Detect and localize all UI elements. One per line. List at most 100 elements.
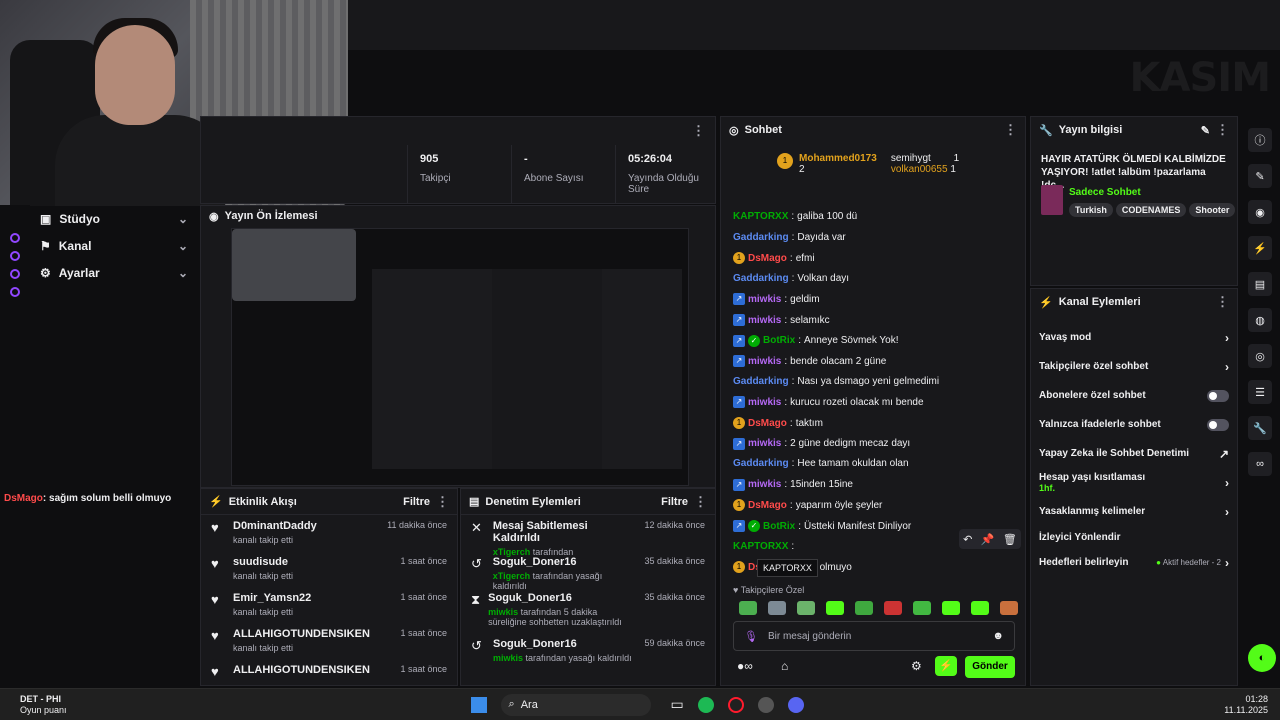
store-icon[interactable]: ⌂ [781,659,788,673]
channel-icon[interactable] [10,251,20,261]
filter-button[interactable]: Filtre [403,496,430,508]
filter-button[interactable]: Filtre [661,496,688,508]
list-icon[interactable]: ☰ [1248,380,1272,404]
emote[interactable] [1000,601,1018,615]
badge-icon: 1 [733,499,745,512]
steam-icon[interactable] [757,696,774,713]
badge-icon: ↗ [733,437,745,450]
support-icon[interactable]: ◐ [1248,644,1276,672]
broadcast-icon[interactable]: ◎ [1248,344,1272,368]
edit-icon[interactable]: ✎ [1248,164,1272,188]
chat-icon[interactable]: ◍ [1248,308,1272,332]
reply-icon[interactable]: ↶ [963,533,972,546]
sidebar-item-channel[interactable]: ⚑ Kanal ⌄ [30,232,198,259]
chat-username[interactable]: KAPTORXX [733,211,788,222]
kick-icon[interactable]: ∞ [1248,452,1272,476]
emote[interactable] [797,601,815,615]
spotify-icon[interactable] [697,696,714,713]
send-button[interactable]: Gönder [965,656,1015,678]
more-icon[interactable]: ⋮ [436,494,449,510]
chat-username[interactable]: KAPTORXX [733,541,788,552]
tag[interactable]: Shooter [1189,203,1236,217]
banned-words-row[interactable]: Yasaklanmış kelimeler › [1031,497,1237,526]
pin-icon[interactable]: 📌 [981,533,995,546]
gear-icon[interactable] [10,287,20,297]
category-link[interactable]: Sadece Sohbet [1069,187,1141,198]
chat-username[interactable]: Gaddarking [733,376,789,387]
more-icon[interactable]: ⋮ [1216,122,1229,138]
chat-input[interactable]: 🎙 Bir mesaj gönderin ☻ [733,621,1015,651]
chat-username[interactable]: Gaddarking [733,232,789,243]
document-icon[interactable]: ▤ [1248,272,1272,296]
emote[interactable] [768,601,786,615]
bolt-icon[interactable]: ⚡ [1248,236,1272,260]
ai-moderation-row[interactable]: Yapay Zeka ile Sohbet Denetimi ↗ [1031,439,1237,468]
chat-username[interactable]: Gaddarking [733,458,789,469]
emote[interactable] [942,601,960,615]
chat-username[interactable]: miwkis [748,315,781,326]
boost-icon[interactable]: ⚡ [935,656,957,676]
more-icon[interactable]: ⋮ [694,494,707,510]
redirect-viewers-row[interactable]: İzleyici Yönlendir [1031,526,1237,548]
emote[interactable] [971,601,989,615]
emoji-icon[interactable]: ☻ [992,630,1004,642]
chat-message: ↗ miwkis: bende olacam 2 güne [733,355,886,368]
more-icon[interactable]: ⋮ [1004,122,1017,138]
chevron-down-icon: ⌄ [177,265,188,280]
badge-icon: ↗ [733,478,745,491]
slow-mode-row[interactable]: Yavaş mod › [1031,323,1237,352]
trash-icon[interactable]: 🗑 [1003,533,1017,546]
badge-icon: ↗ [733,314,745,326]
windows-start-icon[interactable] [470,696,487,713]
info-icon[interactable]: ⓘ [1248,128,1272,152]
chat-text: Üstteki Manifest Dinliyor [804,520,912,532]
taskbar-search[interactable]: ⌕ Ara [500,693,651,716]
chat-username[interactable]: BotRix [763,335,795,346]
account-age-row[interactable]: Hesap yaşı kısıtlaması 1hf. › [1031,468,1237,497]
more-icon[interactable]: ⋮ [1216,294,1229,310]
edit-icon[interactable]: ✎ [1201,124,1210,137]
emote[interactable] [913,601,931,615]
opera-icon[interactable] [727,696,744,713]
subs-only-toggle[interactable] [1207,389,1229,402]
settings-icon[interactable] [10,269,20,279]
sidebar-item-studio[interactable]: ▣ Stüdyo ⌄ [30,205,198,232]
emote[interactable] [855,601,873,615]
chat-username[interactable]: DsMago [748,418,787,429]
discord-icon[interactable] [787,696,804,713]
taskbar-clock[interactable]: 01:28 11.11.2025 [1224,694,1268,716]
stream-preview-video[interactable] [231,228,689,486]
stream-preview-panel: ◉ Yayın Ön İzlemesi [200,205,716,488]
tag[interactable]: Turkish [1069,203,1113,217]
eye-icon[interactable]: ◉ [1248,200,1272,224]
sidebar-item-settings[interactable]: ⚙ Ayarlar ⌄ [30,259,198,286]
followers-only-row[interactable]: Takipçilere özel sohbet › [1031,352,1237,381]
chat-username[interactable]: miwkis [748,356,781,367]
chat-username[interactable]: miwkis [748,397,781,408]
gear-icon[interactable]: ⚙ [911,659,922,673]
chat-username[interactable]: DsMago [748,500,787,511]
wrench-icon[interactable]: 🔧 [1248,416,1272,440]
chat-username[interactable]: miwkis [748,438,781,449]
chevron-down-icon: ⌄ [177,211,188,226]
taskview-icon[interactable]: ▭ [671,696,684,713]
emote[interactable] [826,601,844,615]
emote[interactable] [739,601,757,615]
chevron-right-icon: › [1225,475,1229,490]
emote[interactable] [884,601,902,615]
chat-username[interactable]: miwkis [748,294,781,305]
chat-text: kurucu rozeti olacak mı bende [790,396,924,408]
emote-only-toggle[interactable] [1207,418,1229,431]
chat-username[interactable]: miwkis [748,479,781,490]
more-icon[interactable]: ⋮ [692,123,705,139]
studio-icon[interactable] [10,233,20,243]
right-rail: ⓘ ✎ ◉ ⚡ ▤ ◍ ◎ ☰ 🔧 ∞ ◐ [1240,116,1280,686]
chat-username[interactable]: DsMago [748,253,787,264]
tag[interactable]: CODENAMES [1115,203,1187,217]
chat-username[interactable]: BotRix [763,521,795,532]
kick-icon[interactable]: ●∞ [737,659,753,673]
chat-username[interactable]: Gaddarking [733,273,789,284]
microphone-icon[interactable]: 🎙 [744,630,758,643]
goals-row[interactable]: Hedefleri belirleyin ● Aktif hedefler - 2… [1031,548,1237,577]
taskbar-game-widget[interactable]: DET - PHI Oyun puanı [20,694,67,716]
